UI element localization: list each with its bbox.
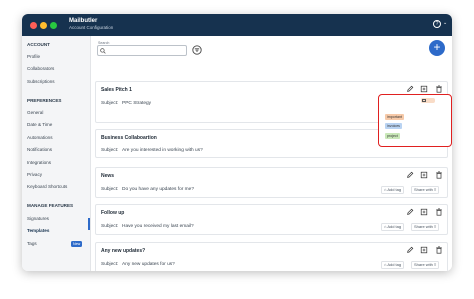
tag-dropdown: important invoices project (378, 94, 452, 147)
duplicate-icon[interactable] (420, 208, 428, 216)
tag-option-project[interactable]: project (385, 133, 400, 139)
sidebar-item-signatures[interactable]: Signatures (27, 214, 90, 223)
sidebar-item-notifications[interactable]: Notifications (27, 145, 90, 154)
sidebar-item-keyboard-shortcuts[interactable]: Keyboard Shortcuts (27, 182, 90, 191)
sidebar-item-subscriptions[interactable]: Subscriptions (27, 77, 90, 86)
add-tag-label: Add tag (387, 262, 402, 267)
share-icon: ≡ (434, 262, 437, 267)
template-title: News (101, 173, 115, 179)
sidebar-heading-account: ACCOUNT (27, 42, 50, 47)
sidebar-item-profile[interactable]: Profile (27, 52, 90, 61)
trash-icon[interactable] (435, 171, 443, 179)
subject-value: Have you received my last email? (122, 224, 194, 229)
sidebar-item-automations[interactable]: Automations (27, 133, 90, 142)
duplicate-icon[interactable] (420, 171, 428, 179)
sidebar-item-privacy[interactable]: Privacy (27, 170, 90, 179)
sidebar-item-templates[interactable]: Templates (27, 226, 90, 235)
template-title: Business Collaboartion (101, 135, 157, 141)
sidebar-heading-manage-features: MANAGE FEATURES (27, 203, 74, 208)
trash-icon[interactable] (435, 85, 443, 93)
add-tag-button[interactable]: ⌂ Add tag (381, 261, 405, 269)
title-bar: Mailbutler Account Configuration ? ⌄ (22, 14, 452, 36)
sidebar-item-date-time[interactable]: Date & Time (27, 120, 90, 129)
edit-icon[interactable] (406, 171, 414, 179)
close-window-button[interactable] (30, 22, 37, 29)
sidebar-item-general[interactable]: General (27, 108, 90, 117)
subject-label: Subject: (101, 101, 119, 106)
sidebar: ACCOUNT Profile Collaborators Subscripti… (22, 36, 91, 271)
edit-icon[interactable] (406, 246, 414, 254)
add-tag-label: Add tag (387, 187, 402, 192)
subject-value: Any new updates for us? (122, 262, 175, 267)
add-template-button[interactable]: + (429, 40, 445, 56)
add-tag-label: Add tag (387, 224, 402, 229)
search-input[interactable] (97, 45, 187, 56)
edit-icon[interactable] (406, 208, 414, 216)
template-title: Any new updates? (101, 248, 146, 254)
subject-label: Subject: (101, 262, 119, 267)
sidebar-item-collaborators[interactable]: Collaborators (27, 64, 90, 73)
subject-value: Are you interested in working with us? (122, 148, 203, 153)
share-button[interactable]: Share with ≡ (411, 223, 440, 231)
add-tag-button[interactable]: ⌂ Add tag (381, 186, 405, 194)
subject-value: Do you have any updates for me? (122, 187, 194, 192)
share-button[interactable]: Share with ≡ (411, 261, 440, 269)
new-badge: New (71, 241, 83, 247)
filter-icon[interactable] (192, 45, 202, 55)
add-tag-button[interactable]: ⌂ Add tag (381, 223, 405, 231)
template-card[interactable]: Follow up Subject: Have you received my … (95, 204, 448, 235)
subject-value: PPC Strategy (122, 101, 152, 106)
subject-label: Subject: (101, 224, 119, 229)
share-icon: ≡ (434, 224, 437, 229)
template-card[interactable]: Any new updates? Subject: Any new update… (95, 242, 448, 271)
share-label: Share with (414, 262, 433, 267)
tag-option-invoices[interactable]: invoices (385, 123, 402, 129)
edit-icon[interactable] (406, 85, 414, 93)
templates-panel: Search + Sales Pitch 1 Subject: PPC Stra… (92, 36, 452, 271)
sidebar-item-integrations[interactable]: Integrations (27, 158, 90, 167)
help-icon[interactable]: ? (433, 20, 441, 28)
template-card[interactable]: News Subject: Do you have any updates fo… (95, 167, 448, 198)
tag-icon (422, 99, 426, 102)
trash-icon[interactable] (435, 208, 443, 216)
app-subtitle: Account Configuration (69, 25, 114, 30)
chevron-down-icon[interactable]: ⌄ (443, 20, 447, 26)
app-title: Mailbutler (69, 18, 98, 24)
search-icon (100, 47, 106, 54)
duplicate-icon[interactable] (420, 246, 428, 254)
subject-label: Subject: (101, 148, 119, 153)
tag-option-important[interactable]: important (385, 114, 404, 120)
zoom-window-button[interactable] (50, 22, 57, 29)
share-label: Share with (414, 187, 433, 192)
template-title: Sales Pitch 1 (101, 87, 132, 93)
trash-icon[interactable] (435, 246, 443, 254)
share-label: Share with (414, 224, 433, 229)
plus-icon: + (433, 40, 441, 54)
share-button[interactable]: Share with ≡ (411, 186, 440, 194)
template-title: Follow up (101, 210, 125, 216)
subject-label: Subject: (101, 187, 119, 192)
sidebar-heading-preferences: PREFERENCES (27, 98, 62, 103)
share-icon: ≡ (434, 187, 437, 192)
minimize-window-button[interactable] (40, 22, 47, 29)
active-indicator (88, 218, 90, 230)
duplicate-icon[interactable] (420, 85, 428, 93)
